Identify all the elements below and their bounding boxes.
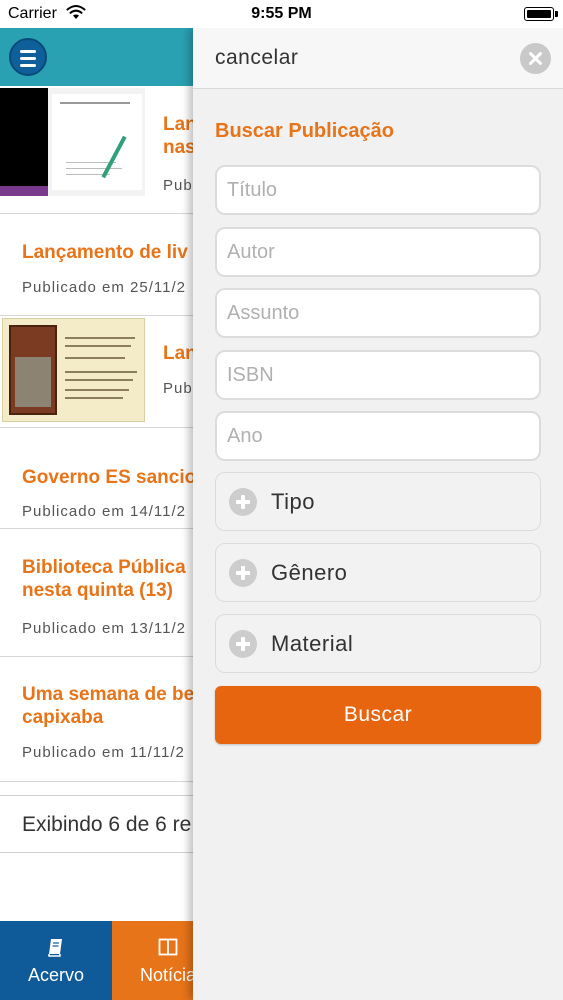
news-thumbnail: [0, 88, 145, 196]
filter-label: Gênero: [271, 560, 348, 585]
news-date: Publicado em 14/11/2: [22, 503, 186, 520]
titulo-input[interactable]: [217, 167, 539, 213]
autor-input[interactable]: [217, 229, 539, 275]
titulo-field[interactable]: [215, 165, 541, 215]
battery-icon: [524, 7, 558, 21]
ano-input[interactable]: [217, 413, 539, 459]
news-date: Publicado em 13/11/2: [22, 620, 186, 637]
search-button[interactable]: Buscar: [215, 686, 541, 744]
hamburger-icon: [20, 50, 36, 71]
news-title-line2: capixaba: [22, 707, 104, 728]
news-title: Uma semana de be: [22, 684, 195, 705]
news-date: Publicado em 25/11/2: [22, 279, 186, 296]
news-title: Lan: [163, 114, 197, 135]
menu-button[interactable]: [9, 38, 47, 76]
search-drawer: cancelar Buscar Publicação Tipo Gênero M…: [193, 28, 563, 1000]
plus-icon: [229, 488, 257, 516]
assunto-field[interactable]: [215, 288, 541, 338]
news-date: Publicado em 11/11/2: [22, 744, 185, 761]
filter-label: Tipo: [271, 489, 315, 514]
drawer-header: cancelar: [193, 28, 563, 89]
book-icon: [48, 939, 62, 957]
newspaper-icon: [158, 938, 178, 956]
news-date: Publ: [163, 177, 198, 194]
news-title: Lançamento de liv: [22, 242, 188, 263]
cancel-button[interactable]: cancelar: [215, 46, 298, 70]
status-bar: Carrier 9:55 PM: [0, 0, 563, 28]
tab-label: Acervo: [27, 965, 85, 985]
news-thumbnail: [2, 318, 145, 422]
news-title: Governo ES sancio: [22, 467, 197, 488]
plus-icon: [229, 559, 257, 587]
isbn-input[interactable]: [217, 352, 539, 398]
filter-label: Material: [271, 631, 354, 656]
news-title-line2: nesta quinta (13): [22, 580, 173, 601]
tab-acervo[interactable]: Acervo: [0, 921, 112, 1000]
news-title: Biblioteca Pública: [22, 557, 186, 578]
filter-material[interactable]: Material: [215, 614, 541, 673]
news-title-line2: nas: [163, 137, 196, 158]
close-icon[interactable]: [520, 43, 551, 74]
results-count-label: Exibindo 6 de 6 re: [22, 813, 192, 836]
isbn-field[interactable]: [215, 350, 541, 400]
filter-tipo[interactable]: Tipo: [215, 472, 541, 531]
autor-field[interactable]: [215, 227, 541, 277]
news-date: Pub: [163, 380, 193, 397]
pen-icon: [101, 135, 127, 179]
drawer-title: Buscar Publicação: [215, 120, 394, 142]
plus-icon: [229, 630, 257, 658]
news-title: Lan: [163, 343, 197, 364]
status-time: 9:55 PM: [251, 5, 312, 22]
ano-field[interactable]: [215, 411, 541, 461]
filter-genero[interactable]: Gênero: [215, 543, 541, 602]
assunto-input[interactable]: [217, 290, 539, 336]
